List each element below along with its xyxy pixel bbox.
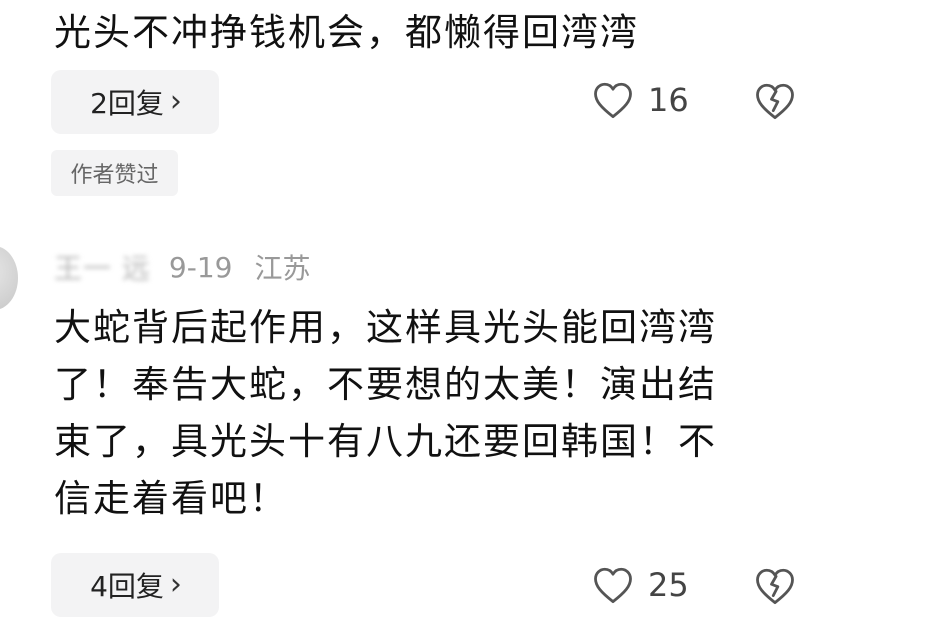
comment-date: 9-19 bbox=[168, 250, 233, 284]
author-liked-badge: 作者赞过 bbox=[51, 150, 178, 196]
replies-label: 4回复 bbox=[90, 570, 164, 603]
username[interactable]: 王一 远 bbox=[54, 247, 151, 287]
broken-heart-icon bbox=[756, 83, 794, 120]
comment-meta: 王一 远 9-19 江苏 bbox=[54, 247, 310, 287]
like-count: 25 bbox=[648, 566, 689, 604]
comment-text-line: 了！奉告大蛇，不要想的太美！演出结 bbox=[54, 363, 717, 406]
like-count: 16 bbox=[648, 81, 689, 119]
comment-location: 江苏 bbox=[254, 252, 311, 285]
chevron-right-icon: › bbox=[169, 84, 182, 119]
replies-button[interactable]: 2回复 › bbox=[51, 70, 219, 134]
chevron-right-icon: › bbox=[169, 567, 182, 602]
avatar[interactable] bbox=[0, 246, 18, 310]
dislike-button[interactable] bbox=[754, 81, 796, 125]
heart-outline-icon bbox=[594, 82, 632, 119]
replies-button[interactable]: 4回复 › bbox=[51, 553, 219, 617]
comment-text-line: 大蛇背后起作用，这样具光头能回湾湾 bbox=[54, 306, 717, 349]
broken-heart-icon bbox=[756, 568, 794, 605]
comment-text-line: 信走着看吧！ bbox=[54, 477, 288, 520]
replies-label: 2回复 bbox=[90, 87, 164, 120]
dislike-button[interactable] bbox=[754, 566, 796, 610]
comment-text: 光头不冲挣钱机会，都懒得回湾湾 bbox=[54, 11, 639, 54]
heart-outline-icon bbox=[594, 567, 632, 604]
like-button[interactable]: 16 bbox=[592, 80, 689, 120]
comment-text-line: 束了，具光头十有八九还要回韩国！不 bbox=[54, 420, 717, 463]
like-button[interactable]: 25 bbox=[592, 565, 689, 605]
